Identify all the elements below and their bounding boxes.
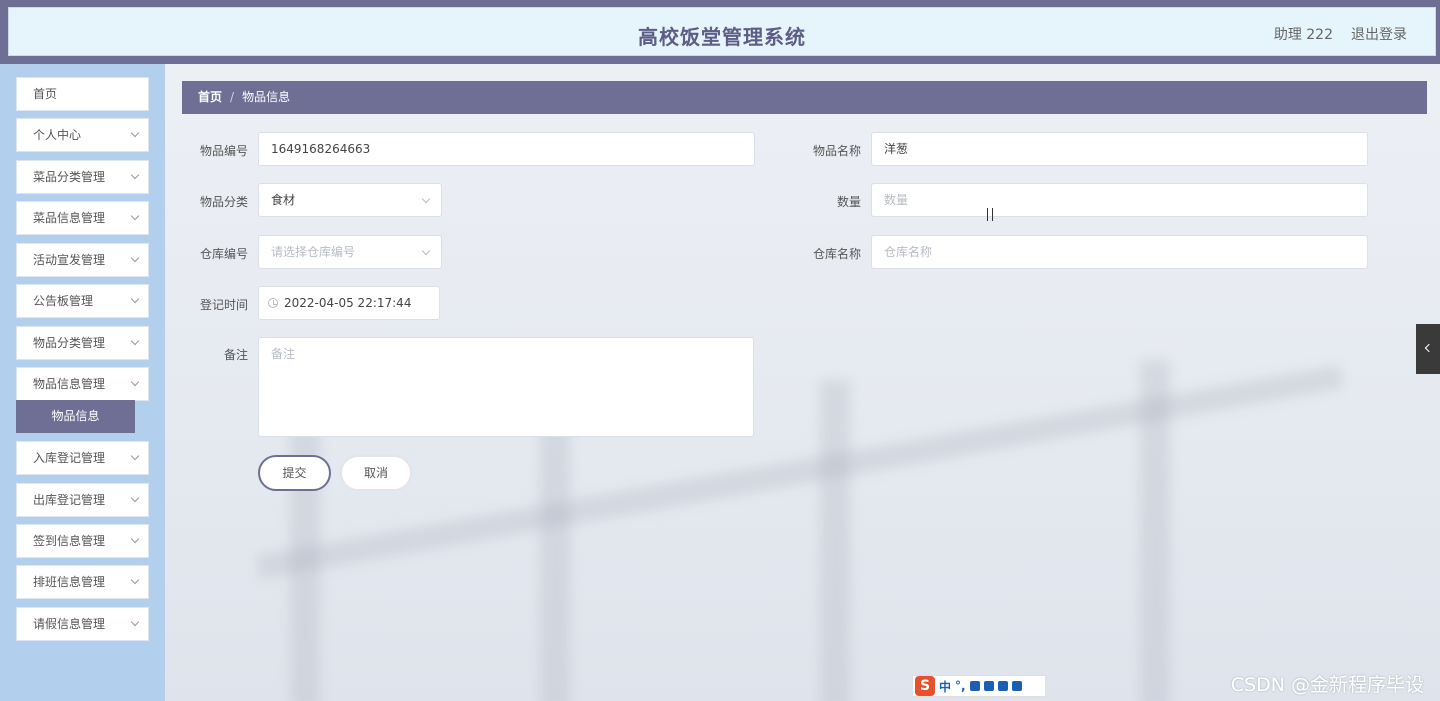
top-header: 高校饭堂管理系统 助理 222 退出登录 [0,0,1440,64]
microphone-icon[interactable] [969,681,980,691]
sidebar-item-notice-board[interactable]: 公告板管理 [16,284,149,318]
ime-toolbar: S 中 °, [912,675,1046,697]
sidebar-item-item-category[interactable]: 物品分类管理 [16,326,149,360]
item-name-label: 物品名称 [812,144,861,158]
sidebar-item-label: 物品信息管理 [33,377,106,391]
warehouse-code-placeholder: 请选择仓库编号 [271,245,356,259]
warehouse-name-label: 仓库名称 [812,247,861,261]
remark-label: 备注 [223,348,248,362]
quantity-input[interactable]: 数量 [871,183,1368,217]
sidebar-item-item-info[interactable]: 物品信息管理 [16,367,149,401]
sidebar-item-label: 入库登记管理 [33,451,106,465]
sidebar: 首页 个人中心 菜品分类管理 菜品信息管理 活动宣发管理 公告板管理 物品分类管… [0,64,165,701]
breadcrumb-home[interactable]: 首页 [198,90,222,104]
sidebar-item-label: 活动宣发管理 [33,253,106,267]
sidebar-item-schedule[interactable]: 排班信息管理 [16,565,149,599]
ime-punctuation[interactable]: °, [955,679,966,693]
skin-icon[interactable] [997,681,1008,691]
sogou-logo-icon: S [915,676,935,696]
app-title: 高校饭堂管理系统 [638,25,806,49]
chevron-down-icon [130,336,140,346]
item-category-select[interactable]: 食材 [258,183,442,217]
register-time-label: 登记时间 [199,298,248,312]
clock-icon [268,298,278,308]
sidebar-item-label: 出库登记管理 [33,493,106,507]
logout-link[interactable]: 退出登录 [1351,24,1407,44]
quantity-label: 数量 [836,195,861,209]
sidebar-item-label: 菜品分类管理 [33,170,106,184]
chevron-down-icon [130,170,140,180]
item-category-value: 食材 [271,193,296,207]
warehouse-code-select[interactable]: 请选择仓库编号 [258,235,442,269]
watermark: CSDN @金新程序毕设 [1230,674,1424,696]
sidebar-item-activity[interactable]: 活动宣发管理 [16,243,149,277]
current-user: 助理 222 [1273,27,1333,43]
keyboard-icon[interactable] [983,681,994,691]
sidebar-item-label: 签到信息管理 [33,534,106,548]
chevron-down-icon [130,493,140,503]
chevron-down-icon [130,294,140,304]
grid-icon[interactable] [1011,681,1022,691]
chevron-down-icon [130,617,140,627]
header-bar: 高校饭堂管理系统 助理 222 退出登录 [8,7,1436,56]
register-time-picker[interactable]: 2022-04-05 22:17:44 [258,286,440,320]
sidebar-item-dish-category[interactable]: 菜品分类管理 [16,160,149,194]
item-category-label: 物品分类 [199,195,248,209]
chevron-down-icon [421,246,431,256]
breadcrumb: 首页 / 物品信息 [182,81,1427,114]
cancel-button[interactable]: 取消 [340,455,412,491]
sidebar-item-checkin[interactable]: 签到信息管理 [16,524,149,558]
chevron-down-icon [130,575,140,585]
warehouse-name-input[interactable]: 仓库名称 [871,235,1368,269]
item-code-label: 物品编号 [199,144,248,158]
chevron-left-icon [1424,343,1434,353]
sidebar-item-label: 菜品信息管理 [33,211,106,225]
item-name-input[interactable]: 洋葱 [871,132,1368,166]
breadcrumb-current: 物品信息 [242,90,291,104]
sidebar-item-label: 请假信息管理 [33,617,106,631]
register-time-value: 2022-04-05 22:17:44 [284,296,412,310]
text-cursor-icon [987,208,993,221]
chevron-down-icon [130,211,140,221]
remark-textarea[interactable]: 备注 [258,337,754,437]
sidebar-item-outbound[interactable]: 出库登记管理 [16,483,149,517]
sidebar-item-inbound[interactable]: 入库登记管理 [16,441,149,475]
warehouse-code-label: 仓库编号 [199,247,248,261]
sidebar-item-label: 物品分类管理 [33,336,106,350]
sidebar-item-personal-center[interactable]: 个人中心 [16,118,149,152]
ime-mode[interactable]: 中 [939,678,951,695]
sidebar-item-label: 个人中心 [33,128,82,142]
submenu-item-item-info[interactable]: 物品信息 [16,400,135,433]
sidebar-item-label: 排班信息管理 [33,575,106,589]
sidebar-item-label: 首页 [33,87,58,101]
chevron-down-icon [130,377,140,387]
chevron-down-icon [130,451,140,461]
sidebar-item-label: 公告板管理 [33,294,94,308]
side-panel-toggle[interactable] [1416,324,1440,374]
sidebar-item-leave[interactable]: 请假信息管理 [16,607,149,641]
sidebar-item-dish-info[interactable]: 菜品信息管理 [16,201,149,235]
chevron-down-icon [130,253,140,263]
chevron-down-icon [421,194,431,204]
submit-button[interactable]: 提交 [258,455,331,491]
item-code-input[interactable]: 1649168264663 [258,132,755,166]
chevron-down-icon [130,128,140,138]
sidebar-item-home[interactable]: 首页 [16,77,149,111]
chevron-down-icon [130,534,140,544]
breadcrumb-separator: / [230,90,235,104]
